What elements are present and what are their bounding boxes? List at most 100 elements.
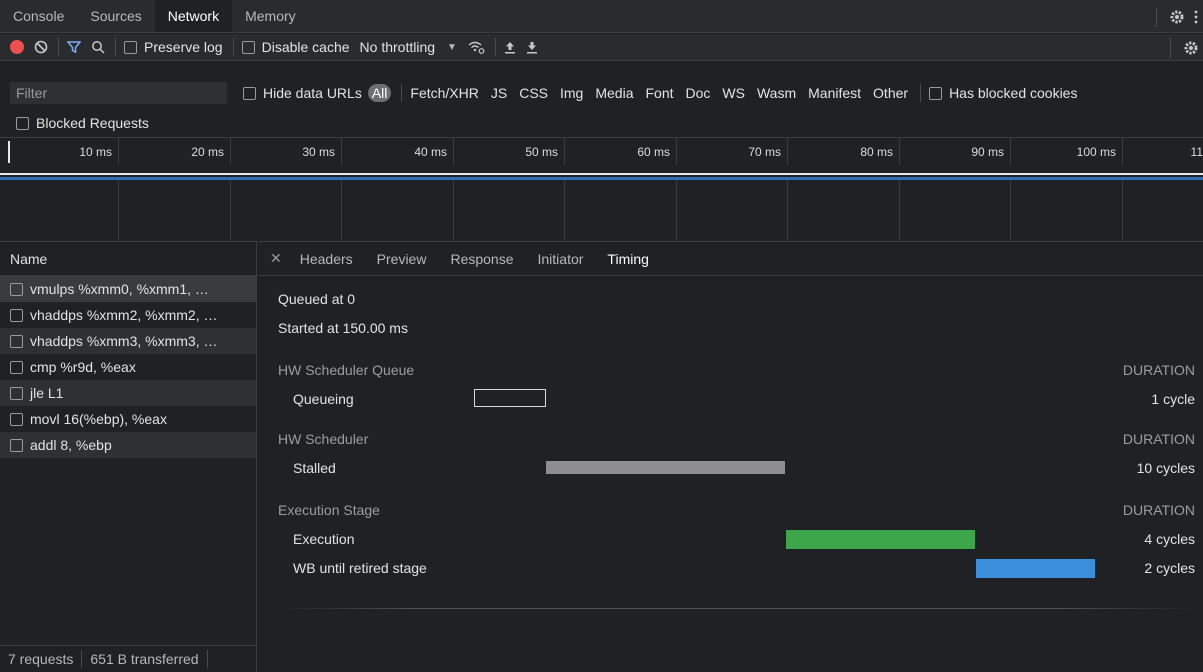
- tab-timing[interactable]: Timing: [607, 251, 649, 267]
- tabbar-actions: [1148, 0, 1203, 33]
- tab-preview[interactable]: Preview: [377, 251, 427, 267]
- overview-bar-white: [0, 173, 1203, 175]
- queueing-bar: [474, 389, 546, 407]
- export-har-button[interactable]: [526, 40, 538, 54]
- type-filter-css[interactable]: CSS: [519, 85, 548, 101]
- wifi-settings-icon: [468, 41, 485, 54]
- ruler-tick: 100 ms: [1011, 138, 1123, 166]
- overview-gridline: [788, 180, 900, 240]
- name-column-header[interactable]: Name: [0, 241, 256, 276]
- request-count: 7 requests: [8, 651, 74, 667]
- type-filter-media[interactable]: Media: [595, 85, 633, 101]
- more-options-icon[interactable]: [1189, 5, 1203, 29]
- ruler-tick: 60 ms: [565, 138, 677, 166]
- request-row[interactable]: addl 8, %ebp: [0, 432, 256, 458]
- tab-sources[interactable]: Sources: [77, 0, 154, 32]
- request-row[interactable]: vhaddps %xmm3, %xmm3, …: [0, 328, 256, 354]
- devtools-tab-bar: Console Sources Network Memory: [0, 0, 1203, 33]
- tab-console[interactable]: Console: [0, 0, 77, 32]
- transferred-size: 651 B transferred: [90, 651, 199, 667]
- settings-gear-icon[interactable]: [1165, 5, 1189, 29]
- divider: [401, 84, 403, 102]
- filter-input[interactable]: Filter: [10, 82, 227, 104]
- search-icon: [92, 41, 105, 54]
- type-filter-doc[interactable]: Doc: [686, 85, 711, 101]
- network-settings-gear-icon[interactable]: [1179, 36, 1203, 60]
- phase-value: 2 cycles: [1144, 560, 1195, 576]
- ruler-tick: 90 ms: [900, 138, 1011, 166]
- type-filter-all[interactable]: All: [367, 84, 392, 102]
- divider: [58, 38, 59, 56]
- import-har-button[interactable]: [504, 40, 516, 54]
- divider: [206, 650, 208, 668]
- checkbox-box: [10, 360, 23, 374]
- request-row[interactable]: vmulps %xmm0, %xmm1, …: [0, 276, 256, 302]
- clear-icon: [34, 40, 48, 54]
- type-filter-js[interactable]: JS: [491, 85, 507, 101]
- request-name: cmp %r9d, %eax: [30, 359, 136, 375]
- ruler-tick: 30 ms: [231, 138, 342, 166]
- search-button[interactable]: [91, 40, 105, 54]
- request-name: vhaddps %xmm2, %xmm2, …: [30, 307, 218, 323]
- record-button[interactable]: [10, 40, 24, 54]
- tab-response[interactable]: Response: [450, 251, 513, 267]
- type-filter-fetch-xhr[interactable]: Fetch/XHR: [410, 85, 478, 101]
- blocked-requests-checkbox[interactable]: Blocked Requests: [0, 112, 149, 134]
- overview-gridline: [119, 180, 231, 240]
- ruler-tick: 40 ms: [342, 138, 454, 166]
- type-filter-ws[interactable]: WS: [722, 85, 745, 101]
- type-filter-other[interactable]: Other: [873, 85, 908, 101]
- checkbox-box: [10, 438, 23, 452]
- request-row[interactable]: vhaddps %xmm2, %xmm2, …: [0, 302, 256, 328]
- ruler-tick: 11: [1190, 145, 1203, 159]
- request-row[interactable]: cmp %r9d, %eax: [0, 354, 256, 380]
- type-filter-img[interactable]: Img: [560, 85, 583, 101]
- request-row[interactable]: movl 16(%ebp), %eax: [0, 406, 256, 432]
- request-list: Name vmulps %xmm0, %xmm1, … vhaddps %xmm…: [0, 241, 257, 672]
- preserve-log-label: Preserve log: [144, 39, 223, 55]
- timeline-overview[interactable]: [0, 165, 1203, 240]
- tab-memory[interactable]: Memory: [232, 0, 309, 32]
- hide-data-urls-checkbox[interactable]: Hide data URLs: [243, 85, 362, 101]
- phase-value: 1 cycle: [1151, 391, 1195, 407]
- ruler-tick: 20 ms: [119, 138, 231, 166]
- preserve-log-checkbox[interactable]: Preserve log: [124, 39, 223, 55]
- request-name: vhaddps %xmm3, %xmm3, …: [30, 333, 218, 349]
- checkbox-box: [10, 308, 23, 322]
- clear-button[interactable]: [34, 40, 48, 54]
- has-blocked-cookies-checkbox[interactable]: Has blocked cookies: [929, 85, 1077, 101]
- network-conditions-button[interactable]: [467, 40, 485, 54]
- request-row[interactable]: jle L1: [0, 380, 256, 406]
- type-filter-manifest[interactable]: Manifest: [808, 85, 861, 101]
- divider: [232, 38, 234, 56]
- started-at: Started at 150.00 ms: [278, 320, 408, 336]
- has-blocked-cookies-label: Has blocked cookies: [949, 85, 1078, 101]
- overview-gridline: [0, 180, 119, 240]
- section-title: Execution Stage: [278, 502, 380, 518]
- tab-initiator[interactable]: Initiator: [538, 251, 584, 267]
- overview-gridline: [565, 180, 677, 240]
- tab-network[interactable]: Network: [154, 0, 233, 32]
- close-detail-icon[interactable]: ✕: [270, 250, 282, 267]
- throttling-select[interactable]: No throttling ▼: [360, 39, 457, 55]
- type-filter-wasm[interactable]: Wasm: [757, 85, 796, 101]
- type-filter-font[interactable]: Font: [645, 85, 673, 101]
- overview-gridline: [677, 180, 788, 240]
- phase-label: WB until retired stage: [293, 560, 427, 576]
- divider: [115, 38, 116, 56]
- phase-value: 4 cycles: [1144, 531, 1195, 547]
- divider: [278, 608, 1195, 609]
- overview-gridline: [342, 180, 454, 240]
- tab-headers[interactable]: Headers: [300, 251, 353, 267]
- checkbox-box: [241, 40, 255, 54]
- filter-bar: Filter Hide data URLs All Fetch/XHR JS C…: [0, 80, 1203, 106]
- toolbar-right: [1162, 34, 1203, 61]
- checkbox-box: [16, 116, 29, 130]
- disable-cache-checkbox[interactable]: Disable cache: [241, 39, 350, 55]
- download-icon: [526, 42, 537, 54]
- filter-toggle-button[interactable]: [67, 40, 81, 54]
- phase-label: Stalled: [293, 460, 336, 476]
- network-toolbar: Preserve log Disable cache No throttling…: [0, 34, 1203, 61]
- execution-bar: [786, 530, 975, 549]
- phase-label: Execution: [293, 531, 355, 547]
